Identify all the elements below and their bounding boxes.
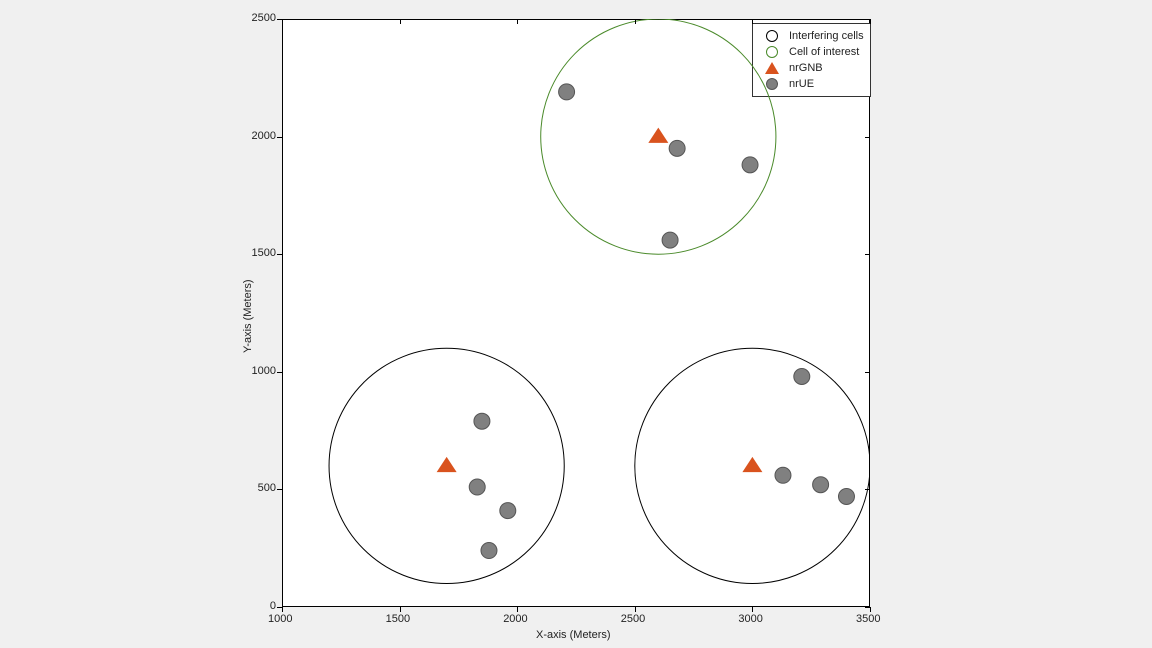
ue-marker — [794, 369, 810, 385]
ue-marker — [469, 479, 485, 495]
y-tick-label: 2000 — [252, 130, 276, 142]
ue-marker — [775, 467, 791, 483]
x-tick-mark — [400, 19, 401, 24]
x-tick-mark — [517, 607, 518, 612]
y-tick-mark — [865, 19, 870, 20]
y-tick-label: 500 — [258, 482, 276, 494]
ue-marker — [500, 503, 516, 519]
ue-marker — [481, 543, 497, 559]
y-tick-label: 0 — [270, 600, 276, 612]
ue-marker — [474, 413, 490, 429]
y-tick-mark — [277, 254, 282, 255]
x-tick-mark — [400, 607, 401, 612]
x-tick-label: 2500 — [621, 613, 645, 625]
y-tick-mark — [277, 137, 282, 138]
x-tick-mark — [635, 607, 636, 612]
gnb-marker — [648, 128, 668, 143]
x-tick-mark — [752, 607, 753, 612]
x-tick-mark — [282, 607, 283, 612]
y-tick-mark — [865, 137, 870, 138]
x-tick-label: 1500 — [386, 613, 410, 625]
y-tick-mark — [865, 489, 870, 490]
x-tick-label: 3000 — [738, 613, 762, 625]
x-tick-label: 1000 — [268, 613, 292, 625]
y-tick-mark — [277, 19, 282, 20]
ue-marker — [669, 140, 685, 156]
gnb-marker — [437, 457, 457, 472]
y-tick-label: 1000 — [252, 365, 276, 377]
y-tick-label: 2500 — [252, 12, 276, 24]
plot-svg — [0, 0, 1152, 648]
x-tick-mark — [870, 607, 871, 612]
figure-panel: X-axis (Meters) Y-axis (Meters) Interfer… — [0, 0, 1152, 648]
y-tick-mark — [277, 607, 282, 608]
y-tick-mark — [277, 489, 282, 490]
x-tick-label: 2000 — [503, 613, 527, 625]
y-tick-mark — [277, 372, 282, 373]
x-tick-label: 3500 — [856, 613, 880, 625]
x-tick-mark — [282, 19, 283, 24]
y-tick-label: 1500 — [252, 247, 276, 259]
ue-marker — [559, 84, 575, 100]
x-tick-mark — [517, 19, 518, 24]
ue-marker — [838, 488, 854, 504]
ue-marker — [662, 232, 678, 248]
y-tick-mark — [865, 372, 870, 373]
y-tick-mark — [865, 254, 870, 255]
x-tick-mark — [635, 19, 636, 24]
ue-marker — [813, 477, 829, 493]
gnb-marker — [742, 457, 762, 472]
y-tick-mark — [865, 607, 870, 608]
x-tick-mark — [752, 19, 753, 24]
ue-marker — [742, 157, 758, 173]
x-tick-mark — [870, 19, 871, 24]
